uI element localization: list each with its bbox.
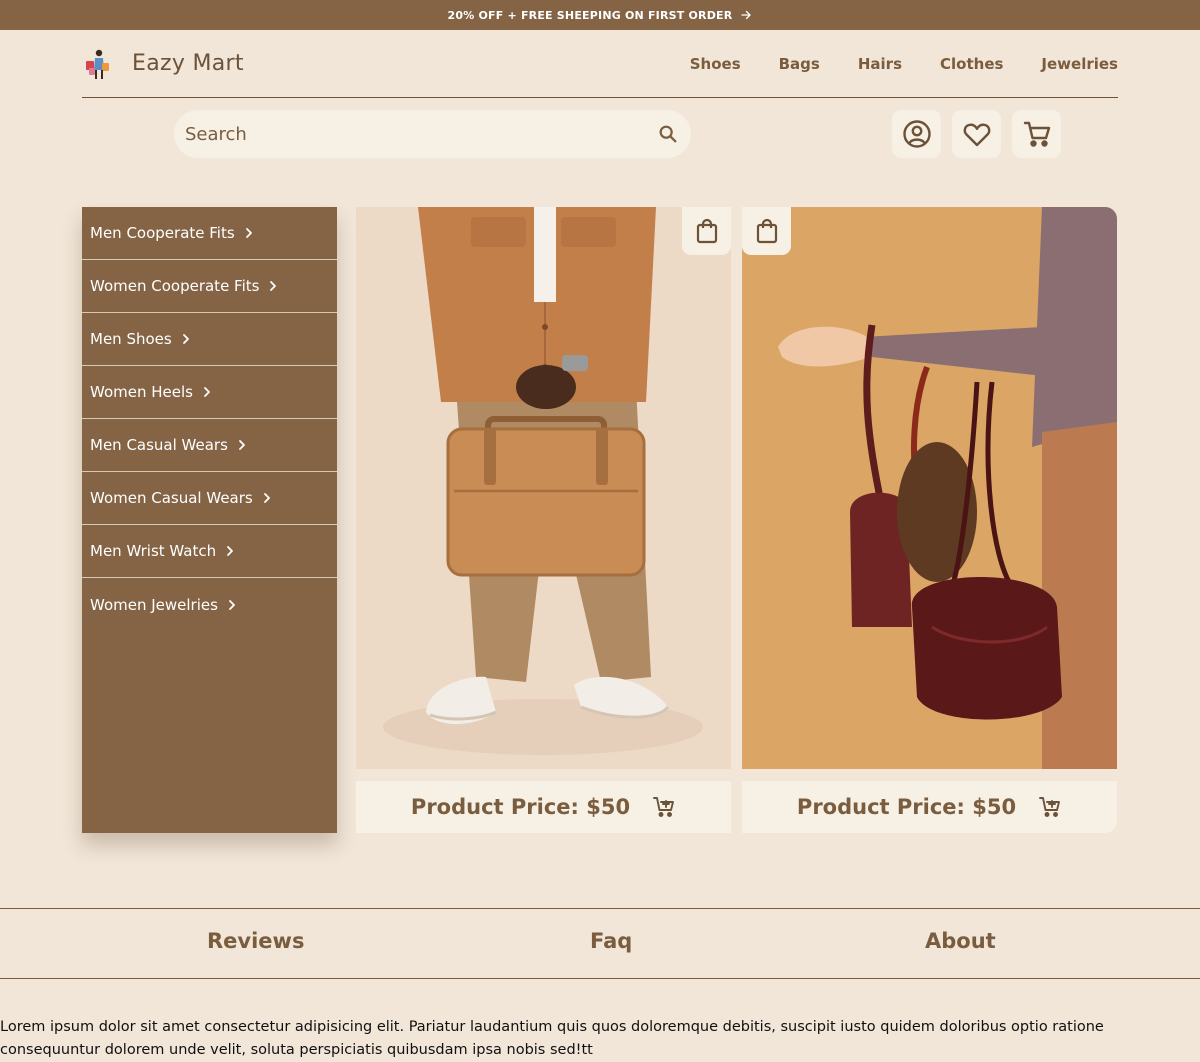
price-bar: Product Price: $50: [356, 781, 731, 833]
category-item-men-shoes[interactable]: Men Shoes: [82, 313, 337, 366]
quick-view-button[interactable]: [682, 207, 731, 255]
footer-tab-faq[interactable]: Faq: [590, 929, 632, 953]
shopping-bag-icon: [756, 218, 777, 244]
cart-icon: [1023, 121, 1050, 147]
chevron-right-icon: [263, 493, 270, 503]
category-item-women-cooperate-fits[interactable]: Women Cooperate Fits: [82, 260, 337, 313]
nav-item-jewelries[interactable]: Jewelries: [1041, 55, 1118, 73]
chevron-right-icon: [245, 228, 252, 238]
cart-button[interactable]: [1012, 110, 1061, 158]
price-bar: Product Price: $50: [742, 781, 1117, 833]
promo-text: 20% OFF + FREE SHEEPING ON FIRST ORDER: [447, 8, 733, 22]
product-image-briefcase[interactable]: [356, 207, 731, 769]
chevron-right-icon: [227, 546, 234, 556]
search-bar: [174, 110, 691, 158]
account-button[interactable]: [892, 110, 941, 158]
add-to-cart-icon[interactable]: [1038, 795, 1062, 819]
wishlist-button[interactable]: [952, 110, 1001, 158]
footer-description: Lorem ipsum dolor sit amet consectetur a…: [0, 1019, 1104, 1058]
footer-tab-reviews[interactable]: Reviews: [207, 929, 304, 953]
category-label: Women Heels: [90, 383, 193, 401]
category-item-women-heels[interactable]: Women Heels: [82, 366, 337, 419]
chevron-right-icon: [229, 599, 235, 610]
quick-view-button[interactable]: [742, 207, 791, 255]
arrow-right-icon: [741, 10, 752, 20]
chevron-right-icon: [270, 281, 277, 291]
product-card: Product Price: $50: [356, 207, 731, 833]
account-circle-icon: [902, 120, 931, 148]
chevron-right-icon: [204, 387, 210, 397]
footer-tabs: Reviews Faq About: [0, 908, 1200, 979]
category-item-women-jewelries[interactable]: Women Jewelries: [82, 578, 337, 631]
product-photo-man-briefcase: [356, 207, 731, 769]
category-label: Men Cooperate Fits: [90, 224, 235, 242]
shopping-bag-icon: [696, 218, 717, 244]
brand-name: Eazy Mart: [132, 51, 244, 76]
brand[interactable]: Eazy Mart: [82, 48, 244, 80]
brand-logo: [86, 49, 109, 79]
category-item-men-cooperate-fits[interactable]: Men Cooperate Fits: [82, 207, 337, 260]
category-item-women-casual-wears[interactable]: Women Casual Wears: [82, 472, 337, 525]
category-label: Women Jewelries: [90, 595, 218, 614]
chevron-right-icon: [239, 440, 245, 450]
product-price: Product Price: $50: [410, 795, 631, 819]
product-price: Product Price: $50: [796, 795, 1017, 819]
nav-item-clothes[interactable]: Clothes: [940, 55, 1003, 73]
category-label: Men Casual Wears: [90, 436, 228, 454]
promo-banner[interactable]: 20% OFF + FREE SHEEPING ON FIRST ORDER: [0, 0, 1200, 30]
category-label: Men Shoes: [90, 330, 172, 348]
search-icon[interactable]: [657, 123, 679, 145]
nav-item-hairs[interactable]: Hairs: [858, 55, 902, 73]
nav-item-bags[interactable]: Bags: [779, 55, 820, 73]
category-item-men-wrist-watch[interactable]: Men Wrist Watch: [82, 525, 337, 578]
main-nav: Shoes Bags Hairs Clothes Jewelries: [690, 55, 1118, 73]
product-photo-woman-handbags: [742, 207, 1117, 769]
heart-icon: [963, 123, 990, 147]
nav-item-shoes[interactable]: Shoes: [690, 55, 741, 73]
add-to-cart-icon[interactable]: [652, 795, 676, 819]
footer-tab-about[interactable]: About: [925, 929, 996, 953]
search-input[interactable]: [185, 123, 657, 145]
product-image-handbags[interactable]: [742, 207, 1117, 769]
category-label: Women Cooperate Fits: [90, 277, 260, 295]
product-card: Product Price: $50: [742, 207, 1117, 833]
category-label: Men Wrist Watch: [90, 542, 217, 560]
category-sidebar: Men Cooperate Fits Women Cooperate Fits …: [82, 207, 337, 833]
chevron-right-icon: [182, 334, 189, 344]
site-header: Eazy Mart Shoes Bags Hairs Clothes Jewel…: [82, 30, 1118, 98]
category-label: Women Casual Wears: [90, 489, 253, 507]
category-item-men-casual-wears[interactable]: Men Casual Wears: [82, 419, 337, 472]
